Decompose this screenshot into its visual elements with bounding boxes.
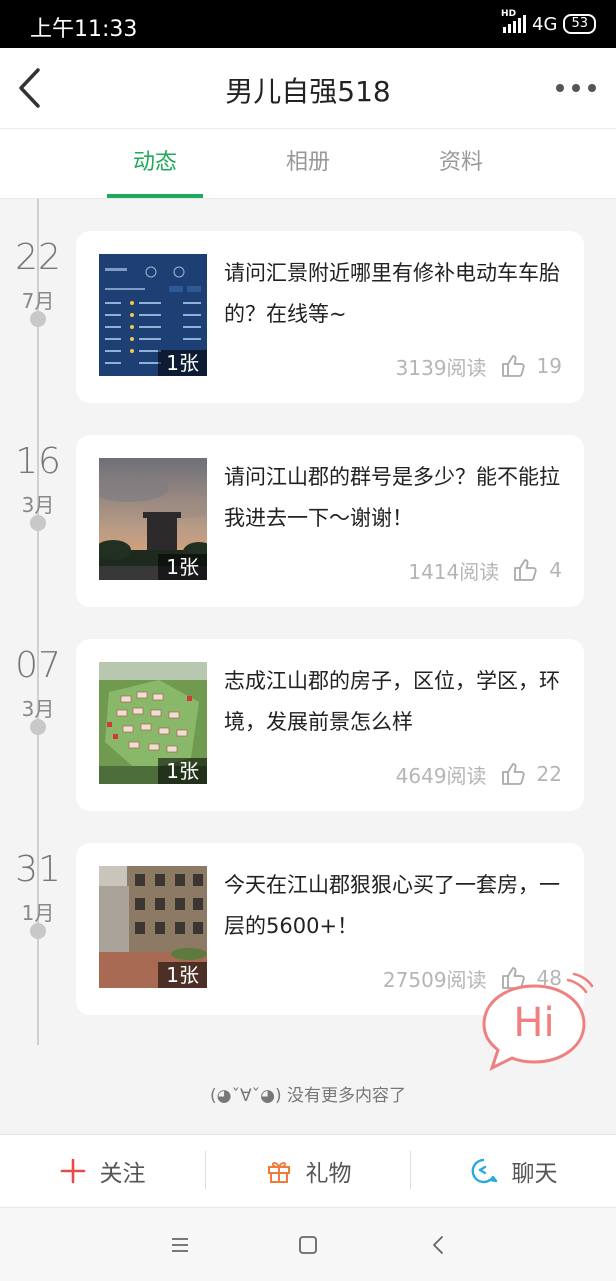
photo-count: 1张 xyxy=(158,962,207,988)
hi-greeting-button[interactable]: Hi xyxy=(474,972,594,1072)
chat-label: 聊天 xyxy=(511,1161,558,1187)
post-thumbnail[interactable]: 1张 xyxy=(99,254,207,376)
follow-label: 关注 xyxy=(99,1161,146,1187)
post-day: 16 xyxy=(15,441,61,482)
thumbs-up-icon xyxy=(501,355,525,377)
like-button[interactable]: 4 xyxy=(513,558,562,582)
post-stats: 4649阅读 22 xyxy=(396,759,562,789)
post-text: 志成江山郡的房子，区位，学区，环境，发展前景怎么样 xyxy=(224,669,560,734)
chat-button[interactable]: 聊天 xyxy=(411,1135,616,1207)
photo-count: 1张 xyxy=(158,554,207,580)
post-stats: 3139阅读 19 xyxy=(396,351,562,381)
post-text: 请问汇景附近哪里有修补电动车车胎的？在线等~ xyxy=(224,261,560,326)
like-button[interactable]: 19 xyxy=(501,354,562,378)
post-text: 今天在江山郡狠狠心买了一套房，一层的5600+！ xyxy=(224,873,560,938)
post-day: 31 xyxy=(15,849,61,890)
timeline-entry: 07 3月 1张 志成江山郡的房子，区位，学区，环境，发展前景怎么样 4649阅… xyxy=(0,607,616,811)
post-card[interactable]: 1张 志成江山郡的房子，区位，学区，环境，发展前景怎么样 4649阅读 22 xyxy=(76,639,584,811)
post-day: 07 xyxy=(15,645,61,686)
battery-icon: 53 xyxy=(563,14,596,34)
post-month: 3月 xyxy=(21,493,55,517)
timeline-dot xyxy=(30,923,46,939)
tab-profile-info[interactable]: 资料 xyxy=(413,129,509,198)
plus-icon xyxy=(60,1158,85,1184)
tab-bar: 动态 相册 资料 xyxy=(0,129,616,199)
post-day: 22 xyxy=(15,237,61,278)
tab-album[interactable]: 相册 xyxy=(260,129,356,198)
thumbs-up-icon xyxy=(501,763,525,785)
read-count: 3139阅读 xyxy=(395,355,487,380)
post-card[interactable]: 1张 请问汇景附近哪里有修补电动车车胎的？在线等~ 3139阅读 19 xyxy=(76,231,584,403)
timeline-entry: 16 3月 1张 请问江山郡的群号是多少？能不能拉我进去一下～谢谢！ 1414阅… xyxy=(0,403,616,607)
timeline-entry: 22 7月 1张 请问汇景附近哪里有修补电动车车胎的？在线等~ 3139阅读 1… xyxy=(0,199,616,403)
thumbs-up-icon xyxy=(514,559,537,581)
square-home-icon xyxy=(299,1236,317,1254)
status-time: 上午11:33 xyxy=(30,17,138,42)
system-back-button[interactable] xyxy=(418,1230,458,1260)
status-indicators: HD 4G 53 xyxy=(501,9,596,36)
read-count: 4649阅读 xyxy=(395,763,487,788)
hd-label: HD xyxy=(501,9,517,19)
post-card[interactable]: 1张 请问江山郡的群号是多少？能不能拉我进去一下～谢谢！ 1414阅读 4 xyxy=(76,435,584,607)
app-header: 男儿自强518 xyxy=(0,48,616,129)
timeline-dot xyxy=(30,719,46,735)
post-month: 3月 xyxy=(21,697,55,721)
timeline-dot xyxy=(30,311,46,327)
more-button[interactable] xyxy=(556,74,596,102)
home-button[interactable] xyxy=(288,1230,328,1260)
post-text: 请问江山郡的群号是多少？能不能拉我进去一下～谢谢！ xyxy=(224,465,560,530)
read-count: 27509阅读 xyxy=(382,967,487,992)
like-count: 4 xyxy=(549,558,562,582)
action-bar: 关注 礼物 聊天 xyxy=(0,1134,616,1207)
post-thumbnail[interactable]: 1张 xyxy=(99,662,207,784)
post-month: 7月 xyxy=(21,289,55,313)
battery-level: 53 xyxy=(571,16,588,31)
network-label: 4G xyxy=(532,13,558,35)
post-stats: 1414阅读 4 xyxy=(408,555,562,585)
post-thumbnail[interactable]: 1张 xyxy=(99,458,207,580)
gift-icon xyxy=(267,1162,290,1183)
gift-label: 礼物 xyxy=(305,1161,352,1187)
chat-icon xyxy=(471,1158,497,1184)
tab-feed[interactable]: 动态 xyxy=(107,129,203,198)
like-count: 19 xyxy=(536,354,562,378)
post-thumbnail[interactable]: 1张 xyxy=(99,866,207,988)
more-dots-icon xyxy=(556,84,564,92)
menu-lines-icon xyxy=(172,1238,188,1252)
menu-button[interactable] xyxy=(160,1230,200,1260)
signal-icon: HD xyxy=(501,9,527,33)
photo-count: 1张 xyxy=(158,350,207,376)
timeline-entry: 31 1月 1张 今天在江山郡狠狠心买了一套房，一层的5600+！ 27509阅… xyxy=(0,811,616,1015)
timeline: 22 7月 1张 请问汇景附近哪里有修补电动车车胎的？在线等~ 3139阅读 1… xyxy=(0,199,616,1079)
hi-label: Hi xyxy=(513,1000,554,1046)
chevron-left-icon xyxy=(433,1236,443,1254)
like-button[interactable]: 22 xyxy=(501,762,562,786)
page-title: 男儿自强518 xyxy=(225,75,391,108)
gift-button[interactable]: 礼物 xyxy=(206,1135,411,1207)
status-bar: 上午11:33 HD 4G 53 xyxy=(0,0,616,48)
like-count: 22 xyxy=(536,762,562,786)
photo-count: 1张 xyxy=(158,758,207,784)
post-month: 1月 xyxy=(21,901,55,925)
system-nav-bar xyxy=(0,1207,616,1281)
follow-button[interactable]: 关注 xyxy=(0,1135,205,1207)
hi-bubble-icon: Hi xyxy=(482,972,594,1071)
no-more-content-note: (◕ˇ∀ˇ◕) 没有更多内容了 xyxy=(210,1086,406,1106)
read-count: 1414阅读 xyxy=(408,559,500,584)
timeline-dot xyxy=(30,515,46,531)
